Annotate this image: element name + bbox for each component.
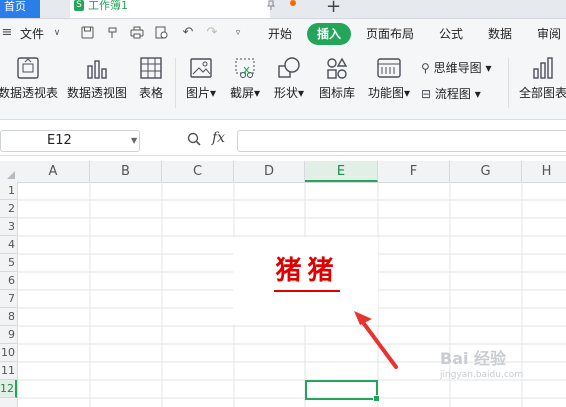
ribbon-separator [508,58,509,108]
column-header-f[interactable]: F [378,161,450,182]
undo-icon[interactable]: ↶ [181,26,195,40]
pivot-table-label: 数据透视表 [0,86,59,100]
mindmap-button[interactable]: ⚲ 思维导图 ▾ [421,59,492,76]
watermark-logo: Bai 经验 [440,349,507,368]
row-header[interactable]: 3 [0,218,17,236]
row-header[interactable]: 9 [0,326,17,344]
chevron-down-icon[interactable]: ∨ [50,26,64,40]
pivot-chart-button[interactable]: 数据透视图 [66,56,128,101]
menu-review[interactable]: 审阅 [537,26,561,42]
screenshot-icon [235,58,255,78]
ribbon-separator [175,58,176,108]
icon-library-label: 图标库 [318,86,355,100]
dropdown-caret-icon: ▾ [485,61,492,75]
tab-home[interactable]: 首页 [0,0,40,18]
row-header[interactable]: 7 [0,290,17,308]
notification-dot [290,0,296,6]
chevron-down-icon[interactable]: ▼ [131,136,137,145]
flowchart-label: 流程图 [434,87,471,101]
row-header-selected[interactable]: 12 [0,380,17,398]
table-button[interactable]: 表格 [136,56,166,101]
column-header-b[interactable]: B [90,161,162,182]
zoom-icon[interactable] [187,132,201,150]
menu-insert[interactable]: 插入 [307,23,351,45]
name-box[interactable]: E12 [0,130,140,152]
print-icon[interactable] [130,26,144,40]
annotation-arrow [354,311,398,369]
all-charts-button[interactable]: 全部图表 [516,56,566,101]
screenshot-button[interactable]: 截屏▾ [226,56,264,101]
icon-library-icon [327,57,348,79]
watermark-url: jingyan.baidu.com [440,370,524,380]
selected-cell-e12[interactable] [305,380,380,402]
select-all-corner[interactable] [0,161,17,182]
redo-icon[interactable]: ↷ [205,26,219,40]
dropdown-caret-icon: ▾ [297,86,305,100]
screenshot-label: 截屏▾ [229,86,261,100]
function-chart-label: 功能图▾ [367,86,411,100]
workbook-tab-label: 工作簿1 [88,0,128,12]
pivot-chart-icon [87,60,107,79]
save-icon[interactable] [80,26,94,40]
menu-page-layout[interactable]: 页面布局 [366,26,414,42]
shape-icon [278,57,300,78]
column-header-c[interactable]: C [162,161,234,182]
table-label: 表格 [138,86,163,100]
picture-button[interactable]: 图片▾ [182,56,220,101]
row-header[interactable]: 2 [0,200,17,218]
all-charts-label: 全部图表 [518,86,566,100]
row-header[interactable]: 4 [0,236,17,254]
menu-file[interactable]: 文件 [20,26,44,42]
cell-text-underline [274,290,340,292]
column-header-a[interactable]: A [17,161,90,182]
table-icon [140,57,162,79]
dropdown-caret-icon: ▾ [209,86,217,100]
format-painter-icon[interactable] [106,26,120,40]
mindmap-label: 思维导图 [433,61,482,75]
pivot-table-button[interactable]: 数据透视表 [0,56,58,101]
row-header[interactable]: 11 [0,362,17,380]
new-tab-button[interactable]: + [326,0,341,17]
hamburger-menu-icon[interactable]: ≡ [0,26,14,40]
dropdown-caret-icon: ▾ [403,86,411,100]
menu-data[interactable]: 数据 [488,26,512,42]
formula-input[interactable] [237,130,566,152]
fill-handle[interactable] [373,395,380,402]
fx-icon[interactable]: fx [212,130,225,146]
select-all-triangle-icon [7,171,15,179]
row-header[interactable]: 10 [0,344,17,362]
pin-icon[interactable] [266,0,276,13]
pivot-chart-label: 数据透视图 [66,86,127,100]
function-chart-button[interactable]: 功能图▾ [364,56,414,101]
cell-text-content[interactable]: 猪猪 [270,256,345,286]
picture-label: 图片▾ [185,86,217,100]
print-preview-icon[interactable] [155,26,169,40]
column-header-h[interactable]: H [522,161,566,182]
row-header[interactable]: 5 [0,254,17,272]
function-chart-icon [377,58,401,78]
icon-library-button[interactable]: 图标库 [316,56,358,101]
shape-label: 形状▾ [273,86,305,100]
dropdown-caret-icon: ▾ [253,86,261,100]
all-charts-icon [533,57,553,79]
menu-start[interactable]: 开始 [268,26,292,42]
row-header[interactable]: 1 [0,182,17,200]
flowchart-icon: ⊟ [421,87,432,101]
flowchart-button[interactable]: ⊟ 流程图 ▾ [421,85,481,102]
customize-toolbar-icon[interactable]: ▿ [231,26,245,40]
column-header-e[interactable]: E [305,161,378,182]
column-header-g[interactable]: G [450,161,522,182]
menu-formulas[interactable]: 公式 [439,26,463,42]
dropdown-caret-icon: ▾ [474,87,481,101]
row-header[interactable]: 6 [0,272,17,290]
picture-icon [190,58,212,78]
shape-button[interactable]: 形状▾ [270,56,308,101]
spreadsheet-icon: S [74,0,84,11]
pivot-table-icon [17,57,39,79]
row-header[interactable]: 8 [0,308,17,326]
tab-workbook[interactable]: S 工作簿1 [70,0,270,18]
column-header-d[interactable]: D [234,161,305,182]
mindmap-icon: ⚲ [421,61,430,75]
